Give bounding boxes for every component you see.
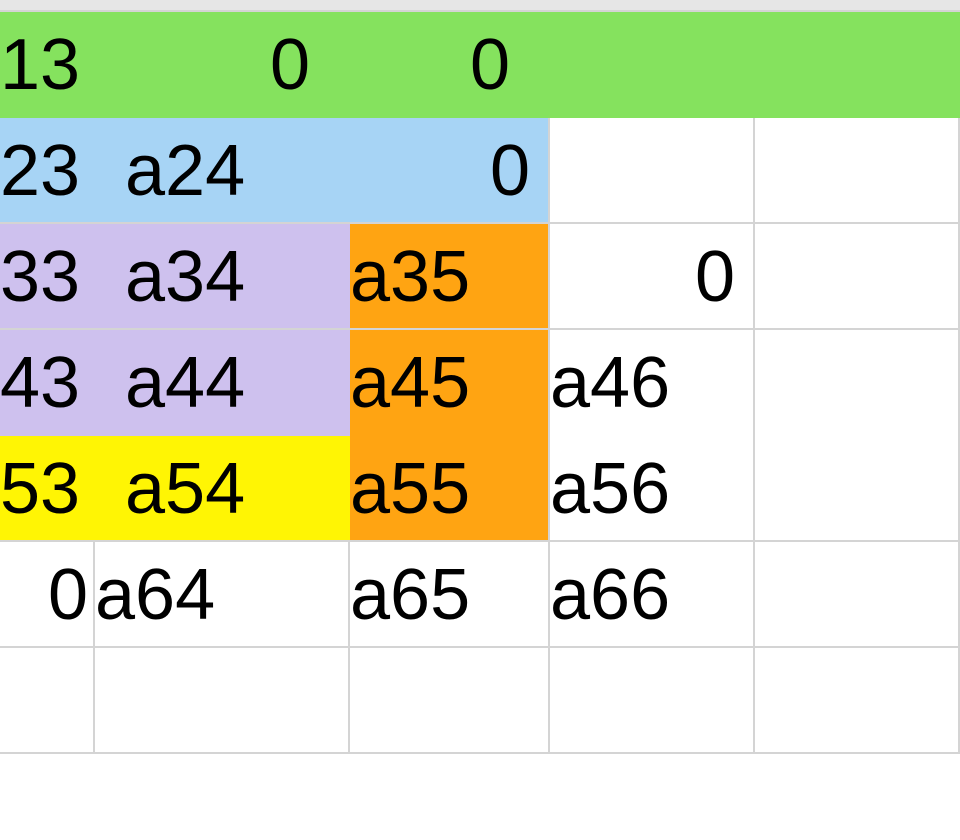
cell-r6-c2[interactable]: a65 bbox=[350, 542, 550, 646]
cell-r2-c3[interactable] bbox=[550, 118, 755, 222]
cell-r7-c1[interactable] bbox=[95, 648, 350, 752]
cell-r1-c4[interactable] bbox=[755, 12, 960, 118]
cell-r3-c2[interactable]: a35 bbox=[350, 224, 550, 328]
cell-r3-c4[interactable] bbox=[755, 224, 960, 328]
table-row: 13 0 0 bbox=[0, 12, 960, 118]
cell-r6-c3[interactable]: a66 bbox=[550, 542, 755, 646]
cell-r5-c4[interactable] bbox=[755, 436, 960, 540]
cell-r3-c1[interactable]: a34 bbox=[95, 224, 350, 328]
cell-r7-c0[interactable] bbox=[0, 648, 95, 752]
cell-r7-c4[interactable] bbox=[755, 648, 960, 752]
cell-r4-c3[interactable]: a46 bbox=[550, 330, 755, 436]
cell-r2-c2[interactable]: 0 bbox=[350, 118, 550, 222]
cell-r5-c2[interactable]: a55 bbox=[350, 436, 550, 540]
cell-r1-c0[interactable]: 13 bbox=[0, 12, 95, 118]
cell-r6-c0[interactable]: 0 bbox=[0, 542, 95, 646]
cell-r2-c4[interactable] bbox=[755, 118, 960, 222]
cell-r2-c1[interactable]: a24 bbox=[95, 118, 350, 222]
cell-r1-c2[interactable]: 0 bbox=[350, 12, 550, 118]
cell-r5-c0[interactable]: 53 bbox=[0, 436, 95, 540]
cell-r4-c0[interactable]: 43 bbox=[0, 330, 95, 436]
table-row bbox=[0, 648, 960, 754]
cell-r5-c3[interactable]: a56 bbox=[550, 436, 755, 540]
cell-r3-c3[interactable]: 0 bbox=[550, 224, 755, 328]
cell-r3-c0[interactable]: 33 bbox=[0, 224, 95, 328]
table-row: 33 a34 a35 0 bbox=[0, 224, 960, 330]
cell-r4-c4[interactable] bbox=[755, 330, 960, 436]
cell-r6-c1[interactable]: a64 bbox=[95, 542, 350, 646]
cell-r7-c3[interactable] bbox=[550, 648, 755, 752]
cell-r2-c0[interactable]: 23 bbox=[0, 118, 95, 222]
cell-r1-c1[interactable]: 0 bbox=[95, 12, 350, 118]
table-row: 0 a64 a65 a66 bbox=[0, 542, 960, 648]
cell-r5-c1[interactable]: a54 bbox=[95, 436, 350, 540]
cell-r1-c3[interactable] bbox=[550, 12, 755, 118]
cell-r7-c2[interactable] bbox=[350, 648, 550, 752]
table-row: 23 a24 0 bbox=[0, 118, 960, 224]
table-row: 43 a44 a45 a46 bbox=[0, 330, 960, 436]
cell-r4-c2[interactable]: a45 bbox=[350, 330, 550, 436]
cell-r6-c4[interactable] bbox=[755, 542, 960, 646]
spreadsheet-grid[interactable]: 13 0 0 23 a24 0 33 a34 a35 0 43 a44 a45 … bbox=[0, 10, 960, 840]
table-row: 53 a54 a55 a56 bbox=[0, 436, 960, 542]
cell-r4-c1[interactable]: a44 bbox=[95, 330, 350, 436]
